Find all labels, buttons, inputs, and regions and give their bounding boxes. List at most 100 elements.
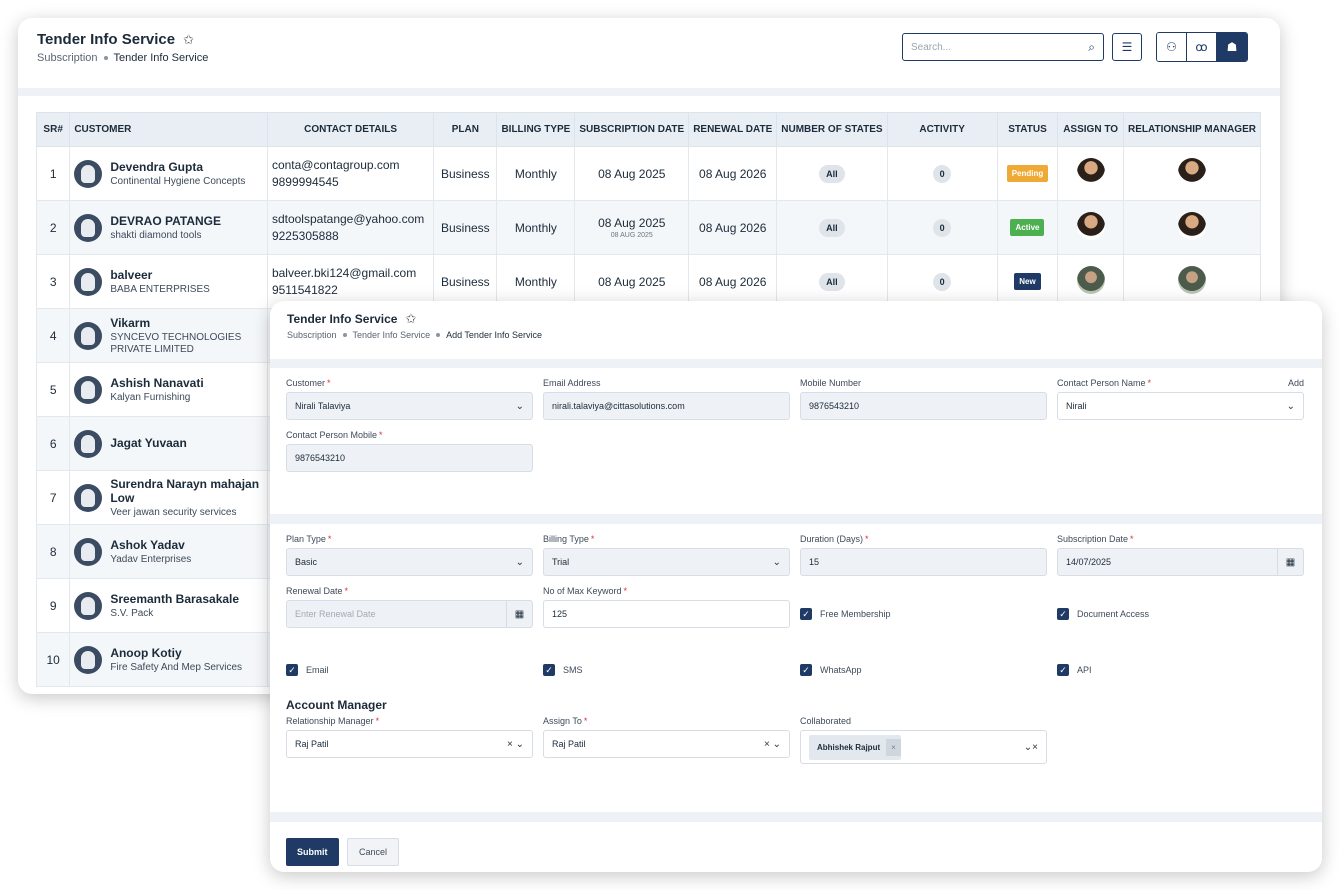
breadcrumb-item[interactable]: Subscription [37, 52, 98, 64]
avatar[interactable] [1076, 266, 1105, 294]
relationship-manager-select[interactable]: Raj Patil × ⌄ [286, 730, 533, 758]
cancel-button[interactable]: Cancel [346, 838, 399, 866]
pin-icon[interactable]: ✩ [183, 32, 194, 48]
avatar [74, 213, 103, 242]
clear-chevron-icon[interactable]: ⌄× [1024, 742, 1038, 753]
billing-type-select[interactable]: Trial ⌄ [543, 548, 790, 576]
column-header[interactable]: NUMBER OF STATES [776, 112, 888, 147]
avatar[interactable] [1076, 158, 1105, 186]
email-field[interactable]: nirali.talaviya@cittasolutions.com [543, 392, 790, 420]
assign-cell [1057, 200, 1124, 255]
status-badge[interactable]: Active [1010, 219, 1045, 236]
add-contact-link[interactable]: Add [1288, 378, 1304, 392]
calendar-icon[interactable]: ▦ [1277, 549, 1303, 575]
duration-field[interactable]: 15 [800, 548, 1047, 576]
contact-cell: conta@contagroup.com 9899994545 [266, 146, 435, 201]
plan-type-select[interactable]: Basic ⌄ [286, 548, 533, 576]
customer-cell[interactable]: Devendra Gupta Continental Hygiene Concep… [69, 146, 268, 201]
breadcrumb-item[interactable]: Tender Info Service [353, 330, 431, 340]
customer-cell[interactable]: DEVRAO PATANGE shakti diamond tools [69, 200, 268, 255]
customer-company: shakti diamond tools [110, 229, 202, 241]
column-header[interactable]: CONTACT DETAILS [266, 112, 435, 147]
document-access-checkbox[interactable]: ✓ Document Access [1057, 600, 1304, 628]
avatar[interactable] [1177, 158, 1206, 186]
whatsapp-checkbox[interactable]: ✓ WhatsApp [800, 656, 1047, 684]
breadcrumb-item: Tender Info Service [113, 52, 209, 64]
customer-company: Veer jawan security services [110, 506, 237, 518]
customer-company: Fire Safety And Mep Services [110, 661, 243, 673]
renewal-date-field[interactable]: Enter Renewal Date ▦ [286, 600, 533, 628]
customer-cell[interactable]: balveer BABA ENTERPRISES [69, 254, 268, 309]
column-header[interactable]: RELATIONSHIP MANAGER [1122, 112, 1262, 147]
contact-email[interactable]: balveer.bki124@gmail.com [272, 265, 429, 281]
customer-cell[interactable]: Vikarm SYNCEVO TECHNOLOGIES PRIVATE LIMIT… [69, 308, 268, 363]
contact-name-select[interactable]: Nirali ⌄ [1057, 392, 1304, 420]
avatar [74, 645, 103, 674]
contact-email[interactable]: conta@contagroup.com [272, 157, 429, 173]
column-header[interactable]: ACTIVITY [886, 112, 998, 147]
mobile-field[interactable]: 9876543210 [800, 392, 1047, 420]
sms-checkbox[interactable]: ✓ SMS [543, 656, 790, 684]
customer-cell[interactable]: Anoop Kotiy Fire Safety And Mep Services [69, 632, 268, 687]
subscription-date-field[interactable]: 14/07/2025 ▦ [1057, 548, 1304, 576]
column-header[interactable]: RENEWAL DATE [688, 112, 778, 147]
table-row[interactable]: 1 Devendra Gupta Continental Hygiene Conce… [35, 146, 1262, 201]
column-header[interactable]: CUSTOMER [69, 112, 268, 147]
clear-chevron-icon[interactable]: × ⌄ [507, 739, 524, 750]
clear-chevron-icon[interactable]: × ⌄ [764, 739, 781, 750]
add-user-button[interactable]: ⚇ [1157, 33, 1187, 61]
sr-cell: 5 [35, 362, 71, 417]
filter-button[interactable]: ☰ [1112, 33, 1142, 61]
avatar[interactable] [1177, 212, 1206, 240]
column-header[interactable]: SUBSCRIPTION DATE [574, 112, 690, 147]
chevron-down-icon: ⌄ [515, 556, 524, 568]
customer-company: Yadav Enterprises [110, 553, 192, 565]
pin-icon[interactable]: ✩ [405, 311, 416, 327]
add-tender-window: Tender Info Service ✩ Subscription Tender… [270, 301, 1322, 872]
customer-cell[interactable]: Ashish Nanavati Kalyan Furnishing [69, 362, 268, 417]
column-header[interactable]: STATUS [996, 112, 1059, 147]
status-badge[interactable]: New [1014, 273, 1041, 290]
remove-tag-icon[interactable]: × [886, 738, 901, 756]
email-checkbox[interactable]: ✓ Email [286, 656, 533, 684]
free-membership-checkbox[interactable]: ✓ Free Membership [800, 600, 1047, 628]
search-icon[interactable]: ⌕ [1088, 40, 1095, 55]
users-button[interactable]: ꝏ [1187, 33, 1217, 61]
assign-to-select[interactable]: Raj Patil × ⌄ [543, 730, 790, 758]
customer-select[interactable]: Nirali Talaviya ⌄ [286, 392, 533, 420]
customer-name: DEVRAO PATANGE [110, 213, 221, 228]
customer-cell[interactable]: Surendra Narayn mahajan Low Veer jawan se… [69, 470, 268, 525]
avatar[interactable] [1177, 266, 1206, 294]
team-button[interactable]: ☗ [1217, 33, 1247, 61]
customer-cell[interactable]: Sreemanth Barasakale S.V. Pack [69, 578, 268, 633]
contact-cell: sdtoolspatange@yahoo.com 9225305888 [266, 200, 435, 255]
page-title: Tender Info Service [37, 31, 176, 48]
max-keyword-field[interactable]: 125 [543, 600, 790, 628]
sr-cell: 2 [35, 200, 71, 255]
customer-cell[interactable]: Jagat Yuvaan [69, 416, 268, 471]
states-badge[interactable]: All [819, 272, 845, 291]
customer-company: S.V. Pack [110, 607, 154, 619]
activity-badge[interactable]: 0 [933, 218, 952, 237]
contact-mobile-field[interactable]: 9876543210 [286, 444, 533, 472]
submit-button[interactable]: Submit [286, 838, 339, 866]
search-input[interactable]: Search... ⌕ [902, 33, 1104, 61]
states-badge[interactable]: All [819, 164, 845, 183]
contact-email[interactable]: sdtoolspatange@yahoo.com [272, 211, 429, 227]
avatar[interactable] [1076, 212, 1105, 240]
column-header[interactable]: ASSIGN TO [1057, 112, 1124, 147]
customer-section: Customer * Nirali Talaviya ⌄ Email Address… [270, 368, 1322, 514]
column-header[interactable]: BILLING TYPE [496, 112, 576, 147]
customer-cell[interactable]: Ashok Yadav Yadav Enterprises [69, 524, 268, 579]
collaborated-select[interactable]: Abhishek Rajput × ⌄× [800, 730, 1047, 764]
breadcrumb-item[interactable]: Subscription [287, 330, 337, 340]
calendar-icon[interactable]: ▦ [506, 601, 532, 627]
column-header[interactable]: SR# [35, 112, 71, 147]
status-badge[interactable]: Pending [1006, 165, 1049, 182]
activity-badge[interactable]: 0 [933, 272, 952, 291]
table-row[interactable]: 2 DEVRAO PATANGE shakti diamond tools sdtoo… [35, 200, 1262, 255]
api-checkbox[interactable]: ✓ API [1057, 656, 1304, 684]
column-header[interactable]: PLAN [433, 112, 498, 147]
activity-badge[interactable]: 0 [933, 164, 952, 183]
states-badge[interactable]: All [819, 218, 845, 237]
